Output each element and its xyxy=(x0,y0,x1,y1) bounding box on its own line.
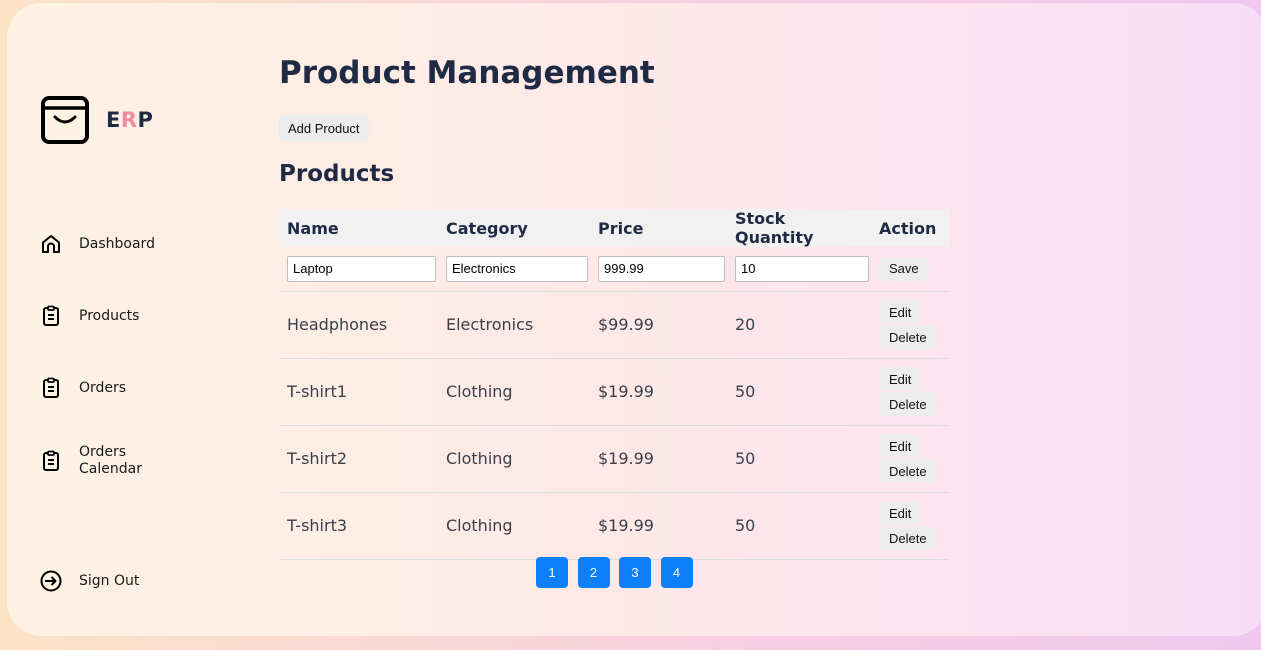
cell-stock: 50 xyxy=(727,492,871,560)
stock-input[interactable] xyxy=(735,255,869,282)
delete-button[interactable]: Delete xyxy=(879,459,937,483)
cell-actions: Edit Delete xyxy=(871,291,949,359)
products-table: Name Category Price Stock Quantity Actio… xyxy=(279,209,949,560)
cell-stock: 50 xyxy=(727,425,871,493)
cell-stock: 50 xyxy=(727,358,871,426)
sidebar-item-orders-calendar[interactable]: Orders Calendar xyxy=(39,444,169,478)
cell-price: $99.99 xyxy=(590,291,727,359)
clipboard-icon xyxy=(43,377,59,398)
pagination: 1 2 3 4 xyxy=(536,557,702,588)
add-product-button[interactable]: Add Product xyxy=(279,115,369,141)
sidebar-item-label: Orders xyxy=(79,379,127,396)
page-button-1[interactable]: 1 xyxy=(536,557,568,588)
column-header-price: Price xyxy=(590,209,727,247)
cell-price: $19.99 xyxy=(590,358,727,426)
page-button-4[interactable]: 4 xyxy=(660,557,693,588)
brand-logo: ERP xyxy=(40,95,153,145)
page-button-2[interactable]: 2 xyxy=(577,557,610,588)
cell-actions: Edit Delete xyxy=(871,358,949,426)
sidebar-item-label: Dashboard xyxy=(79,235,155,252)
cell-category: Clothing xyxy=(438,425,590,493)
table-row: Headphones Electronics $99.99 20 Edit De… xyxy=(279,291,949,359)
table-row: T-shirt1 Clothing $19.99 50 Edit Delete xyxy=(279,358,949,426)
cell-name: T-shirt2 xyxy=(279,425,438,493)
cell-category: Electronics xyxy=(438,291,590,359)
cell-category: Clothing xyxy=(438,492,590,560)
edit-row: Save xyxy=(279,247,949,292)
clipboard-icon xyxy=(43,305,59,326)
sidebar-item-dashboard[interactable]: Dashboard xyxy=(39,232,155,256)
page-button-3[interactable]: 3 xyxy=(619,557,651,588)
cell-price: $19.99 xyxy=(590,492,727,560)
delete-button[interactable]: Delete xyxy=(879,325,937,349)
table-row: T-shirt3 Clothing $19.99 50 Edit Delete xyxy=(279,492,949,560)
clipboard-icon xyxy=(43,450,59,471)
sign-out-icon xyxy=(40,570,62,592)
cell-actions: Edit Delete xyxy=(871,492,949,560)
category-input[interactable] xyxy=(446,255,588,282)
cell-actions: Edit Delete xyxy=(871,425,949,493)
sidebar-item-products[interactable]: Products xyxy=(39,304,139,328)
column-header-stock: Stock Quantity xyxy=(727,209,871,247)
save-button[interactable]: Save xyxy=(879,256,929,281)
edit-button[interactable]: Edit xyxy=(879,300,922,324)
sidebar-item-label: Orders Calendar xyxy=(79,444,142,477)
delete-button[interactable]: Delete xyxy=(879,392,937,416)
edit-button[interactable]: Edit xyxy=(879,501,922,525)
sidebar-item-label: Products xyxy=(79,307,140,324)
cell-stock: 20 xyxy=(727,291,871,359)
name-input[interactable] xyxy=(287,255,436,282)
table-row: T-shirt2 Clothing $19.99 50 Edit Delete xyxy=(279,425,949,493)
table-header-row: Name Category Price Stock Quantity Actio… xyxy=(279,209,949,247)
sidebar-item-orders[interactable]: Orders xyxy=(39,376,126,400)
shopping-bag-icon xyxy=(41,96,89,144)
column-header-action: Action xyxy=(871,209,949,247)
delete-button[interactable]: Delete xyxy=(879,526,937,550)
home-icon xyxy=(42,235,60,253)
edit-button[interactable]: Edit xyxy=(879,434,922,458)
sign-out-label: Sign Out xyxy=(79,572,140,589)
cell-name: T-shirt3 xyxy=(279,492,438,560)
price-input[interactable] xyxy=(598,255,725,282)
sign-out-button[interactable]: Sign Out xyxy=(39,569,139,593)
cell-price: $19.99 xyxy=(590,425,727,493)
page-title: Product Management xyxy=(279,55,655,91)
cell-name: T-shirt1 xyxy=(279,358,438,426)
column-header-name: Name xyxy=(279,209,438,247)
cell-category: Clothing xyxy=(438,358,590,426)
section-title: Products xyxy=(279,161,395,187)
edit-button[interactable]: Edit xyxy=(879,367,922,391)
cell-name: Headphones xyxy=(279,291,438,359)
brand-name: ERP xyxy=(106,108,154,132)
column-header-category: Category xyxy=(438,209,590,247)
